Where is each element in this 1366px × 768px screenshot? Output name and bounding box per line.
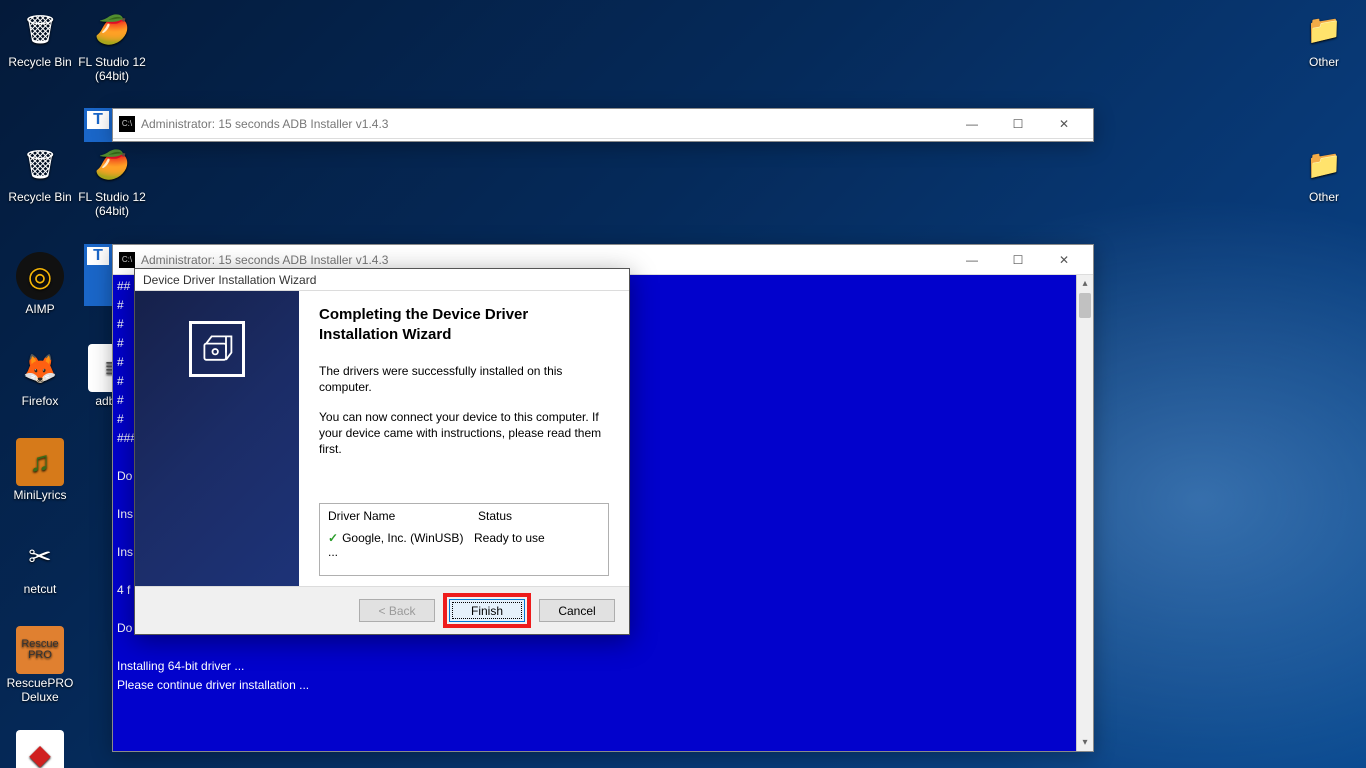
wizard-message-2: You can now connect your device to this … xyxy=(319,409,609,457)
driver-status-text: Ready to use xyxy=(474,531,545,559)
desktop-icon-minilyrics[interactable]: ♫MiniLyrics xyxy=(3,438,77,502)
column-driver-name: Driver Name xyxy=(328,509,478,523)
finish-button[interactable]: Finish xyxy=(449,599,525,622)
scroll-down-icon[interactable]: ▾ xyxy=(1077,734,1093,751)
tma-window-partial: T xyxy=(84,108,112,142)
wizard-message-1: The drivers were successfully installed … xyxy=(319,363,609,395)
fruit-icon: 🥭 xyxy=(88,5,136,53)
scissors-icon: ✂ xyxy=(16,532,64,580)
cmd-icon: C:\ xyxy=(119,252,135,268)
close-button[interactable]: ✕ xyxy=(1041,109,1087,139)
device-icon xyxy=(189,321,245,377)
cmd-window-background[interactable]: C:\ Administrator: 15 seconds ADB Instal… xyxy=(112,108,1094,142)
bin-icon: 🗑 xyxy=(16,140,64,188)
window-title: Administrator: 15 seconds ADB Installer … xyxy=(141,253,949,267)
driver-wizard-dialog[interactable]: Device Driver Installation Wizard Comple… xyxy=(134,268,630,635)
folder-icon: 📁 xyxy=(1300,5,1348,53)
cmd-icon: C:\ xyxy=(119,116,135,132)
music-icon: ♫ xyxy=(16,438,64,486)
scroll-thumb[interactable] xyxy=(1079,293,1091,318)
desktop-icon-recyclebin-2[interactable]: 🗑Recycle Bin xyxy=(3,140,77,204)
wizard-side-panel xyxy=(135,291,299,586)
desktop-icon-other-1[interactable]: 📁Other xyxy=(1287,5,1361,69)
minimize-button[interactable]: — xyxy=(949,245,995,275)
driver-list: Driver Name Status ✓Google, Inc. (WinUSB… xyxy=(319,503,609,576)
finish-highlight: Finish xyxy=(443,593,531,628)
window-title: Administrator: 15 seconds ADB Installer … xyxy=(141,117,949,131)
fruit-icon: 🥭 xyxy=(88,140,136,188)
desktop-icon-flstudio-2[interactable]: 🥭FL Studio 12 (64bit) xyxy=(75,140,149,218)
driver-row: ✓Google, Inc. (WinUSB) ... Ready to use xyxy=(320,528,608,575)
dialog-title: Device Driver Installation Wizard xyxy=(135,269,629,291)
check-icon: ✓ xyxy=(328,531,338,545)
desktop-icon-rescuepro[interactable]: RescuePRORescuePRO Deluxe xyxy=(3,626,77,704)
close-button[interactable]: ✕ xyxy=(1041,245,1087,275)
disk-icon: RescuePRO xyxy=(16,626,64,674)
desktop-icon-aimp[interactable]: ◎AIMP xyxy=(3,252,77,316)
folder-icon: 📁 xyxy=(1300,140,1348,188)
desktop-icon-recyclebin[interactable]: 🗑Recycle Bin xyxy=(3,5,77,69)
back-button: < Back xyxy=(359,599,435,622)
scrollbar[interactable]: ▴ ▾ xyxy=(1076,275,1093,751)
firefox-icon: 🦊 xyxy=(16,344,64,392)
aimp-icon: ◎ xyxy=(16,252,64,300)
scroll-up-icon[interactable]: ▴ xyxy=(1077,275,1093,292)
driver-name-text: Google, Inc. (WinUSB) ... xyxy=(328,531,463,559)
wizard-heading: Completing the Device Driver Installatio… xyxy=(319,305,609,345)
desktop-icon-firefox[interactable]: 🦊Firefox xyxy=(3,344,77,408)
minimize-button[interactable]: — xyxy=(949,109,995,139)
app-icon: ◆ xyxy=(16,730,64,768)
wizard-button-bar: < Back Finish Cancel xyxy=(135,586,629,634)
cancel-button[interactable]: Cancel xyxy=(539,599,615,622)
titlebar[interactable]: C:\ Administrator: 15 seconds ADB Instal… xyxy=(113,109,1093,139)
wizard-main-panel: Completing the Device Driver Installatio… xyxy=(299,291,629,586)
tma-window-partial-2: T xyxy=(84,244,112,306)
desktop-icon-netcut[interactable]: ✂netcut xyxy=(3,532,77,596)
bin-icon: 🗑 xyxy=(16,5,64,53)
desktop-icon-unknown[interactable]: ◆ xyxy=(3,730,77,768)
maximize-button[interactable]: ☐ xyxy=(995,109,1041,139)
desktop-icon-other-2[interactable]: 📁Other xyxy=(1287,140,1361,204)
column-status: Status xyxy=(478,509,512,523)
desktop-icon-flstudio[interactable]: 🥭FL Studio 12 (64bit) xyxy=(75,5,149,83)
maximize-button[interactable]: ☐ xyxy=(995,245,1041,275)
